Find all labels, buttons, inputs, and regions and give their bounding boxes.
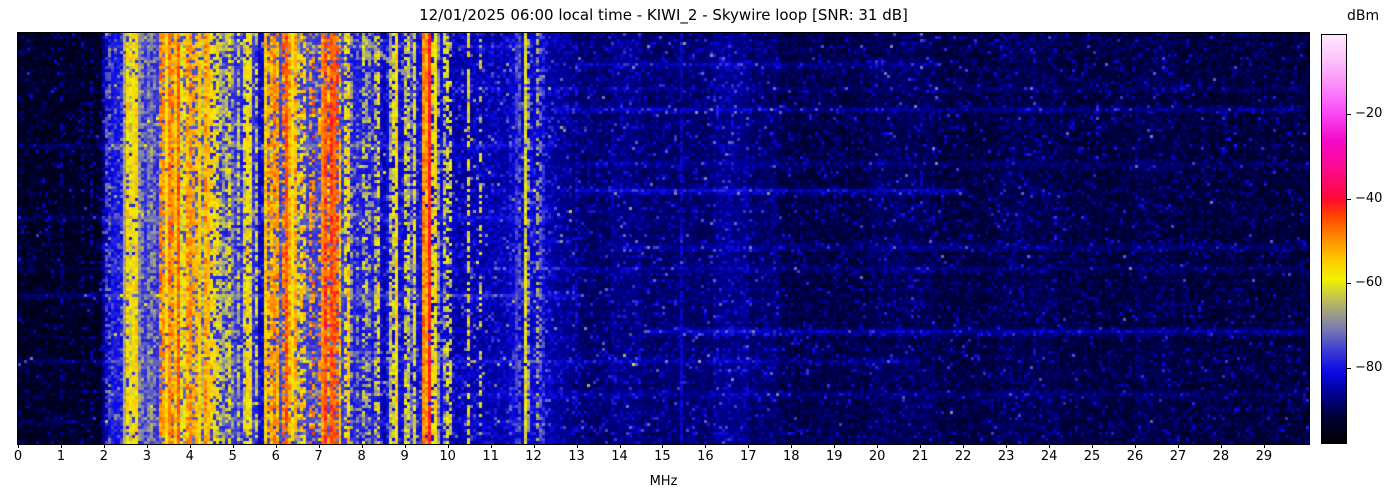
x-tick-label: 20 [868,449,886,464]
x-tick-mark [1135,444,1136,448]
x-tick-label: 11 [482,449,499,464]
x-tick-mark [834,444,836,448]
x-tick-mark [877,444,879,448]
x-tick-label: 21 [911,449,929,464]
x-tick-mark [103,444,105,448]
colorbar-unit-label: dBm [1347,8,1380,24]
x-tick-mark [963,444,965,448]
spectrogram-heatmap [17,32,1310,445]
colorbar-tick-mark [1347,367,1351,369]
x-tick-label: 5 [228,449,237,464]
x-tick-mark [1263,444,1265,448]
x-tick-mark [361,444,363,448]
x-tick-mark [1220,444,1222,448]
colorbar-gradient [1321,34,1347,444]
x-tick-mark [490,444,492,448]
x-tick-label: 14 [611,449,628,464]
x-tick-mark [404,444,406,448]
x-tick-mark [705,444,707,448]
x-tick-label: 10 [439,449,456,464]
colorbar-tick-mark [1347,114,1351,116]
x-tick-mark [576,444,578,448]
x-tick-label: 6 [271,449,280,464]
x-tick-mark [189,444,191,448]
x-tick-label: 2 [99,449,109,464]
x-tick-mark [232,444,234,448]
x-tick-mark [920,444,922,448]
x-tick-mark [662,444,664,448]
x-tick-label: 3 [142,449,152,464]
x-tick-mark [1178,444,1179,448]
x-tick-mark [318,444,320,448]
x-tick-label: 0 [13,449,23,464]
x-tick-label: 15 [654,449,671,464]
x-tick-mark [447,444,449,448]
x-tick-label: 22 [954,449,972,464]
spectrogram-figure: 12/01/2025 06:00 local time - KIWI_2 - S… [0,0,1400,500]
x-tick-mark [1049,444,1051,448]
x-tick-mark [146,444,148,448]
x-tick-label: 18 [783,449,800,464]
x-tick-mark [748,444,750,448]
x-tick-label: 7 [314,449,323,464]
x-tick-label: 1 [56,449,66,464]
colorbar-tick-label: −60 [1355,275,1383,291]
x-tick-label: 27 [1169,449,1187,464]
x-tick-mark [18,444,19,448]
x-tick-label: 17 [740,449,757,464]
colorbar-tick-mark [1347,198,1351,200]
x-tick-label: 24 [1040,449,1058,464]
x-tick-label: 23 [997,449,1015,464]
x-tick-label: 16 [697,449,714,464]
x-tick-label: 8 [357,449,366,464]
x-tick-label: 12 [525,449,542,464]
x-tick-label: 29 [1255,449,1273,464]
x-tick-label: 13 [568,449,585,464]
x-tick-mark [61,444,62,448]
colorbar-tick-label: −80 [1355,360,1383,376]
x-tick-label: 19 [826,449,843,464]
x-tick-mark [533,444,535,448]
x-tick-mark [1092,444,1093,448]
x-tick-label: 4 [185,449,194,464]
x-tick-mark [619,444,621,448]
colorbar-tick-label: −20 [1355,106,1383,122]
x-axis-unit-label: MHz [649,474,678,489]
chart-title: 12/01/2025 06:00 local time - KIWI_2 - S… [419,6,908,24]
x-tick-mark [791,444,793,448]
x-tick-label: 25 [1083,449,1101,464]
colorbar-tick-mark [1347,283,1351,285]
x-tick-label: 28 [1212,449,1230,464]
x-tick-mark [275,444,277,448]
x-tick-mark [1006,444,1008,448]
colorbar-tick-label: −40 [1355,190,1383,206]
x-tick-label: 9 [400,449,409,464]
x-tick-label: 26 [1126,449,1144,464]
